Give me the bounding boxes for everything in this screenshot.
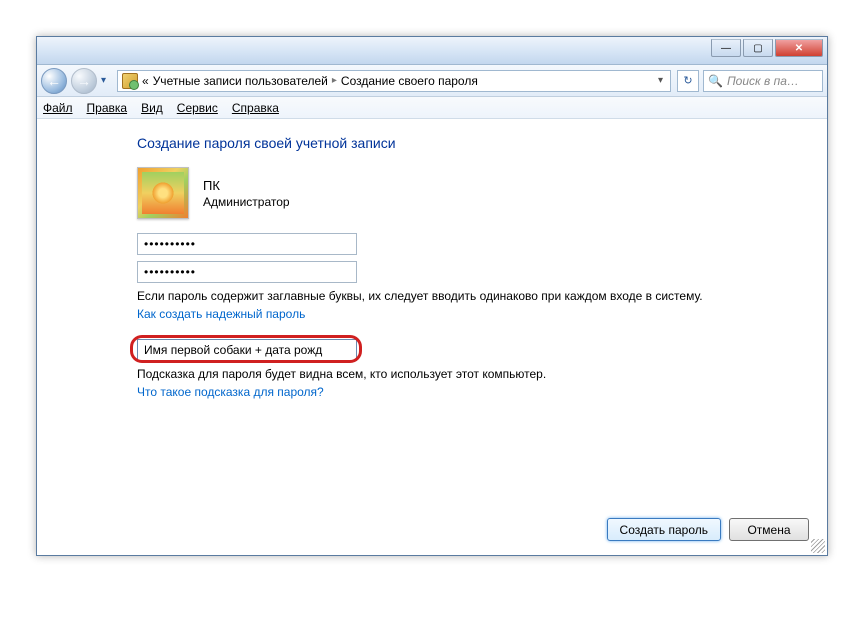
- window: — ▢ ✕ ← → ▾ « Учетные записи пользовател…: [36, 36, 828, 556]
- password-note: Если пароль содержит заглавные буквы, их…: [137, 289, 803, 303]
- menu-view[interactable]: Вид: [141, 101, 163, 115]
- create-password-button[interactable]: Создать пароль: [607, 518, 721, 541]
- button-row: Создать пароль Отмена: [607, 518, 809, 541]
- search-input[interactable]: 🔍 Поиск в па…: [703, 70, 823, 92]
- breadcrumb-current[interactable]: Создание своего пароля: [341, 74, 478, 88]
- refresh-button[interactable]: ↻: [677, 70, 699, 92]
- nav-history-dropdown[interactable]: ▾: [101, 75, 113, 86]
- user-role-label: Администратор: [203, 195, 290, 209]
- close-icon: ✕: [795, 43, 803, 54]
- password-confirm-field[interactable]: [137, 261, 357, 283]
- minimize-icon: —: [721, 43, 731, 54]
- password-field[interactable]: [137, 233, 357, 255]
- page-title: Создание пароля своей учетной записи: [137, 135, 803, 151]
- chevron-right-icon: ▸: [332, 75, 337, 86]
- content: Создание пароля своей учетной записи ПК …: [37, 119, 827, 411]
- address-bar[interactable]: « Учетные записи пользователей ▸ Создани…: [117, 70, 671, 92]
- titlebar: — ▢ ✕: [37, 37, 827, 65]
- search-placeholder: Поиск в па…: [727, 74, 799, 88]
- menu-tools[interactable]: Сервис: [177, 101, 218, 115]
- location-icon: [122, 73, 138, 89]
- menubar: Файл Правка Вид Сервис Справка: [37, 97, 827, 119]
- password-hint-field[interactable]: [137, 339, 357, 361]
- hint-note: Подсказка для пароля будет видна всем, к…: [137, 367, 803, 381]
- hint-help-link[interactable]: Что такое подсказка для пароля?: [137, 385, 803, 399]
- avatar: [137, 167, 189, 219]
- breadcrumb-parent[interactable]: Учетные записи пользователей: [153, 74, 328, 88]
- menu-help[interactable]: Справка: [232, 101, 279, 115]
- navbar: ← → ▾ « Учетные записи пользователей ▸ С…: [37, 65, 827, 97]
- forward-button[interactable]: →: [71, 68, 97, 94]
- resize-grip[interactable]: [811, 539, 825, 553]
- close-button[interactable]: ✕: [775, 39, 823, 57]
- username-label: ПК: [203, 178, 290, 193]
- address-dropdown[interactable]: ▾: [655, 75, 666, 86]
- search-icon: 🔍: [708, 74, 723, 88]
- back-icon: ←: [47, 73, 61, 89]
- strong-password-link[interactable]: Как создать надежный пароль: [137, 307, 803, 321]
- minimize-button[interactable]: —: [711, 39, 741, 57]
- maximize-icon: ▢: [753, 43, 762, 54]
- menu-edit[interactable]: Правка: [87, 101, 128, 115]
- menu-file[interactable]: Файл: [43, 101, 73, 115]
- user-row: ПК Администратор: [137, 167, 803, 219]
- crumb-prefix: «: [142, 74, 149, 88]
- refresh-icon: ↻: [683, 74, 692, 87]
- back-button[interactable]: ←: [41, 68, 67, 94]
- cancel-button[interactable]: Отмена: [729, 518, 809, 541]
- maximize-button[interactable]: ▢: [743, 39, 773, 57]
- forward-icon: →: [77, 73, 91, 89]
